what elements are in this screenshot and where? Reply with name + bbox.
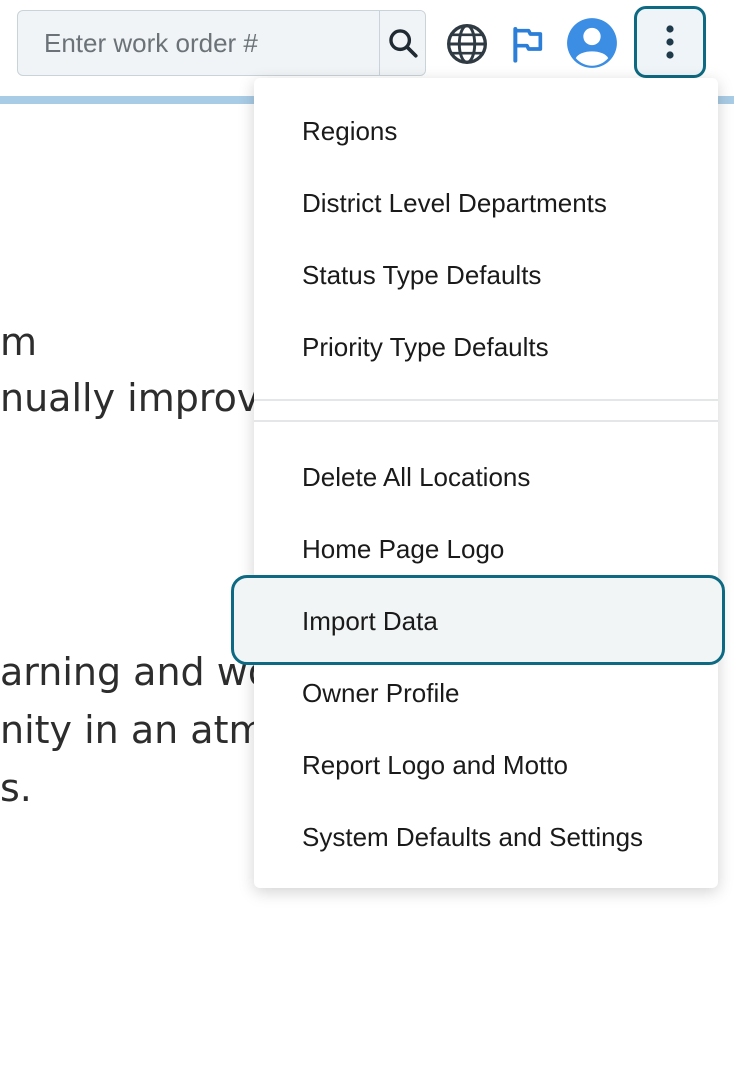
menu-divider xyxy=(254,420,718,422)
menu-item-import-data[interactable]: Import Data xyxy=(302,601,438,641)
menu-item-delete-all-locations[interactable]: Delete All Locations xyxy=(302,457,530,497)
menu-divider xyxy=(254,399,718,401)
menu-item-system-defaults-and-settings[interactable]: System Defaults and Settings xyxy=(302,817,643,857)
search-button[interactable] xyxy=(379,11,425,75)
more-options-button[interactable] xyxy=(634,6,706,78)
menu-item-owner-profile[interactable]: Owner Profile xyxy=(302,673,460,713)
background-text-line: m xyxy=(0,320,38,364)
work-order-search-input[interactable] xyxy=(18,11,379,75)
work-order-search xyxy=(17,10,426,76)
background-text-line: nually improve xyxy=(0,376,283,420)
globe-icon xyxy=(447,24,487,64)
search-icon xyxy=(388,29,418,58)
menu-item-status-type-defaults[interactable]: Status Type Defaults xyxy=(302,255,541,295)
background-text-line: nity in an atmo xyxy=(0,708,289,752)
flag-button[interactable] xyxy=(501,18,553,70)
more-vertical-icon xyxy=(666,25,674,59)
user-menu-button[interactable] xyxy=(566,17,618,69)
menu-item-priority-type-defaults[interactable]: Priority Type Defaults xyxy=(302,327,549,367)
menu-item-home-page-logo[interactable]: Home Page Logo xyxy=(302,529,504,569)
menu-item-regions[interactable]: Regions xyxy=(302,111,397,151)
language-button[interactable] xyxy=(441,18,493,70)
page: m nually improve arning and wor nity in … xyxy=(0,0,734,1067)
menu-item-district-level-departments[interactable]: District Level Departments xyxy=(302,183,607,223)
menu-item-report-logo-and-motto[interactable]: Report Logo and Motto xyxy=(302,745,568,785)
background-text-line: s. xyxy=(0,766,32,810)
flag-icon xyxy=(513,27,543,63)
user-avatar-icon xyxy=(567,18,617,68)
